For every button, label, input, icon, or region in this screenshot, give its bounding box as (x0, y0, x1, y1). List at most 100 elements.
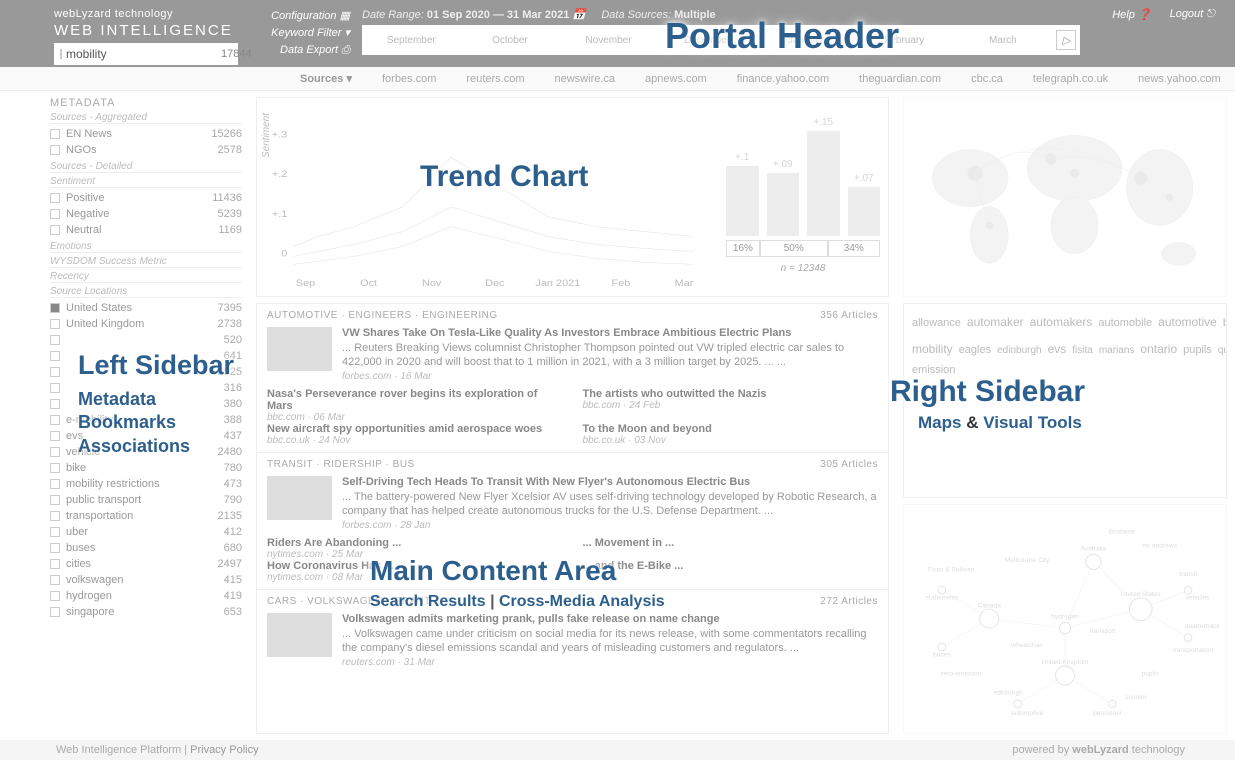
tag[interactable]: automaker (967, 315, 1024, 329)
article-thumb[interactable] (267, 327, 332, 371)
source-link[interactable]: news.yahoo.com (1138, 73, 1221, 85)
checkbox-icon[interactable] (60, 49, 62, 59)
tag[interactable]: quarterback (1218, 345, 1227, 356)
article-title[interactable]: Self-Driving Tech Heads To Transit With … (342, 476, 878, 488)
timeline-month[interactable]: February (855, 35, 954, 46)
data-export-link[interactable]: Data Export ⎙ (250, 42, 350, 59)
timeline[interactable]: SeptemberOctoberNovemberDecemberJanuaryF… (362, 25, 1080, 55)
calendar-icon[interactable]: 📅 (572, 9, 586, 21)
privacy-link[interactable]: Privacy Policy (190, 744, 258, 756)
checkbox-icon[interactable] (50, 495, 60, 505)
tag[interactable]: pupils (1183, 344, 1212, 356)
checkbox-icon[interactable] (50, 527, 60, 537)
checkbox-icon[interactable] (50, 383, 60, 393)
source-link[interactable]: telegraph.co.uk (1033, 73, 1108, 85)
checkbox-icon[interactable] (50, 145, 60, 155)
article-title[interactable]: New aircraft spy opportunities amid aero… (267, 423, 563, 435)
timeline-month[interactable]: March (954, 35, 1053, 46)
metadata-item[interactable]: public transport790 (50, 492, 242, 508)
checkbox-icon[interactable] (50, 225, 60, 235)
tag[interactable]: allowance (912, 317, 961, 329)
metadata-item[interactable]: e-mobility388 (50, 412, 242, 428)
date-range-value[interactable]: 01 Sep 2020 — 31 Mar 2021 (427, 9, 569, 21)
configuration-link[interactable]: Configuration ▦ (250, 8, 350, 25)
tag[interactable]: barrel (1223, 317, 1227, 329)
tag[interactable]: automotive (1158, 315, 1217, 329)
tag[interactable]: evs (1048, 342, 1067, 356)
metadata-item[interactable]: 380 (50, 396, 242, 412)
bar[interactable]: +.15 (807, 131, 840, 236)
search-input[interactable] (66, 47, 221, 61)
metadata-item[interactable]: buses680 (50, 540, 242, 556)
metadata-item[interactable]: bike780 (50, 460, 242, 476)
data-sources-value[interactable]: Multiple (674, 9, 716, 21)
tag[interactable]: fisita (1072, 345, 1093, 356)
timeline-month[interactable]: September (362, 35, 461, 46)
tag[interactable]: automakers (1030, 315, 1093, 329)
metadata-item[interactable]: NGOs2578 (50, 142, 242, 158)
source-link[interactable]: forbes.com (382, 73, 436, 85)
metadata-item[interactable]: mobility restrictions473 (50, 476, 242, 492)
checkbox-icon[interactable] (50, 511, 60, 521)
timeline-month[interactable]: December (658, 35, 757, 46)
checkbox-icon[interactable] (50, 447, 60, 457)
logout-link[interactable]: Logout ⎋ (1170, 8, 1215, 21)
metadata-item[interactable]: United States7395 (50, 300, 242, 316)
checkbox-icon[interactable] (50, 319, 60, 329)
tag[interactable]: edinburgh (997, 345, 1041, 356)
checkbox-icon[interactable] (50, 193, 60, 203)
metadata-item[interactable]: uber412 (50, 524, 242, 540)
metadata-group-header[interactable]: Sources - Detailed (50, 161, 242, 173)
metadata-item[interactable]: singapore653 (50, 604, 242, 620)
metadata-group-header[interactable]: Sources - Aggregated (50, 112, 242, 124)
tag[interactable]: eagles (959, 344, 991, 356)
article-title[interactable]: The artists who outwitted the Nazis (583, 388, 879, 400)
metadata-group-header[interactable]: Sentiment (50, 176, 242, 188)
checkbox-icon[interactable] (50, 543, 60, 553)
metadata-item[interactable]: volkswagen415 (50, 572, 242, 588)
article-title[interactable]: To the Moon and beyond (583, 423, 879, 435)
keyword-filter-link[interactable]: Keyword Filter ▾ (250, 25, 350, 42)
source-link[interactable]: apnews.com (645, 73, 707, 85)
play-icon[interactable]: ▷ (1056, 30, 1076, 50)
metadata-item[interactable]: EN News15266 (50, 126, 242, 142)
checkbox-icon[interactable] (50, 303, 60, 313)
metadata-item[interactable]: United Kingdom2738 (50, 316, 242, 332)
checkbox-icon[interactable] (50, 335, 60, 345)
tag[interactable]: ontario (1140, 342, 1177, 356)
checkbox-icon[interactable] (50, 399, 60, 409)
checkbox-icon[interactable] (50, 431, 60, 441)
help-link[interactable]: Help ❓ (1112, 8, 1151, 21)
metadata-item[interactable]: Negative5239 (50, 206, 242, 222)
metadata-item[interactable]: 2525 (50, 364, 242, 380)
source-link[interactable]: theguardian.com (859, 73, 941, 85)
article-title[interactable]: How Coronavirus Has ... (267, 560, 563, 572)
metadata-item[interactable]: 316 (50, 380, 242, 396)
checkbox-icon[interactable] (50, 129, 60, 139)
checkbox-icon[interactable] (50, 575, 60, 585)
article-title[interactable]: Volkswagen admits marketing prank, pulls… (342, 613, 878, 625)
checkbox-icon[interactable] (50, 209, 60, 219)
tag[interactable]: automobile (1098, 317, 1152, 329)
article-title[interactable]: ... Movement in ... (583, 537, 879, 549)
checkbox-icon[interactable] (50, 591, 60, 601)
metadata-group-header[interactable]: Recency (50, 271, 242, 283)
tag[interactable]: marians (1099, 345, 1135, 356)
world-map[interactable] (903, 97, 1227, 297)
source-link[interactable]: finance.yahoo.com (737, 73, 829, 85)
checkbox-icon[interactable] (50, 463, 60, 473)
checkbox-icon[interactable] (50, 559, 60, 569)
metadata-item[interactable]: hydrogen419 (50, 588, 242, 604)
article-thumb[interactable] (267, 476, 332, 520)
article-thumb[interactable] (267, 613, 332, 657)
metadata-item[interactable]: transportation2135 (50, 508, 242, 524)
metadata-item[interactable]: 520 (50, 332, 242, 348)
metadata-group-header[interactable]: WYSDOM Success Metric (50, 256, 242, 268)
timeline-month[interactable]: January (756, 35, 855, 46)
timeline-month[interactable]: November (559, 35, 658, 46)
checkbox-icon[interactable] (50, 607, 60, 617)
trend-chart[interactable]: +.3+.2+.10 SepOctNovDecJan 2021FebMar (257, 98, 718, 296)
checkbox-icon[interactable] (50, 479, 60, 489)
metadata-group-header[interactable]: Emotions (50, 241, 242, 253)
article-title[interactable]: ... and the E-Bike ... (583, 560, 879, 572)
